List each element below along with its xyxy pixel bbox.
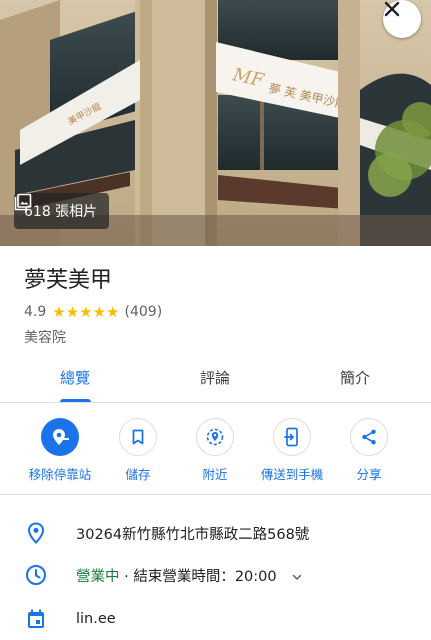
nearby-label: 附近 [202,467,228,482]
tab-reviews[interactable]: 評論 [200,367,230,388]
address-text: 30264新竹縣竹北市縣政二路568號 [76,526,310,543]
clock-icon [26,565,46,585]
remove-stop-button[interactable]: 移除停靠站 [20,418,100,483]
action-bar: 移除停靠站 儲存 附近 傳送到手機 分享 [0,418,431,495]
photo-count-label: 618 張相片 [24,204,98,220]
location-pin-icon [27,522,45,544]
place-category: 美容院 [24,330,66,346]
tab-about[interactable]: 簡介 [340,367,370,388]
close-button[interactable] [383,0,421,38]
rating-value: 4.9 [24,304,47,320]
rating-row[interactable]: 4.9 ★★★★★ (409) [24,303,162,321]
save-label: 儲存 [125,467,151,482]
website-link[interactable]: lin.ee [76,611,116,627]
hours-row[interactable]: 營業中 · 結束營業時間：20:00 [0,562,431,588]
share-button[interactable]: 分享 [329,418,409,483]
calendar-icon [28,609,44,628]
nearby-button[interactable]: 附近 [175,418,255,483]
bookmark-icon [132,429,144,445]
closing-time: · 結束營業時間：20:00 [119,568,277,585]
share-label: 分享 [356,467,382,482]
open-status: 營業中 [76,568,120,585]
place-title: 夢芙美甲 [24,268,113,293]
review-count: (409) [124,304,163,320]
place-tabs: 總覽 評論 簡介 [0,360,431,403]
remove-stop-label: 移除停靠站 [28,467,92,482]
place-photo[interactable]: MF 夢 芙 美甲沙龍 美甲沙龍 618 張相片 [0,0,431,246]
remove-stop-icon [53,429,69,445]
star-rating-icon: ★★★★★ [52,303,120,321]
nearby-icon [206,428,224,446]
active-tab-indicator [60,399,91,402]
hours-text: 營業中 · 結束營業時間：20:00 [76,565,303,586]
chevron-down-icon[interactable] [291,571,303,583]
address-row[interactable]: 30264新竹縣竹北市縣政二路568號 [0,520,431,546]
photo-library-icon [14,193,32,211]
send-to-phone-icon [284,427,298,447]
send-to-phone-button[interactable]: 傳送到手機 [252,418,332,483]
close-icon [384,1,400,17]
website-row[interactable]: lin.ee [0,606,431,632]
tab-overview[interactable]: 總覽 [60,367,90,388]
save-button[interactable]: 儲存 [98,418,178,483]
share-icon [362,429,376,445]
send-to-phone-label: 傳送到手機 [260,467,324,482]
photo-count-chip[interactable]: 618 張相片 [14,193,110,229]
